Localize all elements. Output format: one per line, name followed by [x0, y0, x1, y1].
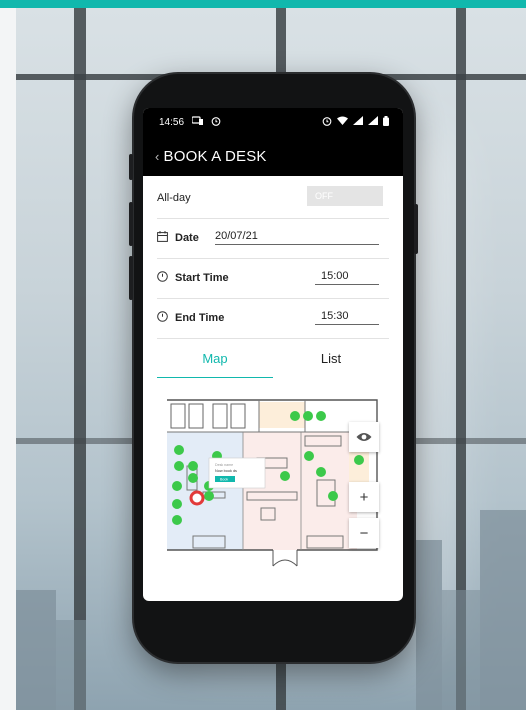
available-desk[interactable]	[174, 445, 184, 455]
popup-book-label: Book	[220, 478, 228, 482]
end-time-field[interactable]: 15:30	[315, 310, 379, 325]
date-label: Date	[175, 232, 199, 244]
zone-pink-left	[243, 432, 301, 550]
zoom-out-button[interactable]: −	[349, 518, 379, 548]
available-desk[interactable]	[304, 451, 314, 461]
available-desk[interactable]	[303, 411, 313, 421]
popup-title: Desk name	[215, 463, 233, 467]
wifi-icon	[337, 116, 348, 128]
available-desk[interactable]	[354, 455, 364, 465]
calendar-icon	[157, 231, 168, 245]
start-time-field[interactable]: 15:00	[315, 270, 379, 285]
status-time: 14:56	[159, 116, 185, 128]
available-desk[interactable]	[172, 481, 182, 491]
phone-button-left-3	[129, 256, 133, 300]
date-field[interactable]: 20/07/21	[215, 230, 379, 245]
notification-icon	[191, 116, 204, 128]
available-desk[interactable]	[188, 461, 198, 471]
available-desk[interactable]	[172, 499, 182, 509]
page-title: BOOK A DESK	[163, 147, 267, 165]
available-desk[interactable]	[316, 411, 326, 421]
toggle-state-label: OFF	[315, 191, 333, 201]
signal-icon	[368, 116, 378, 128]
clock-icon	[157, 311, 168, 325]
top-accent-bar	[0, 0, 526, 8]
app-bar: ‹ BOOK A DESK	[143, 136, 403, 176]
all-day-toggle[interactable]: OFF	[307, 186, 383, 206]
phone-button-left-2	[129, 202, 133, 246]
available-desk[interactable]	[174, 461, 184, 471]
tab-map[interactable]: Map	[157, 344, 273, 378]
zoom-in-button[interactable]: +	[349, 482, 379, 512]
signal-icon	[353, 116, 363, 128]
start-time-label: Start Time	[175, 272, 229, 284]
tab-list[interactable]: List	[273, 344, 389, 378]
alarm-icon	[322, 116, 332, 129]
phone-bottom-bezel	[143, 604, 403, 654]
floor-plan-map[interactable]: Desk name Now book ds Book + −	[163, 396, 383, 568]
battery-icon	[383, 115, 389, 129]
phone-button-right	[414, 204, 418, 254]
desk-popup[interactable]: Desk name Now book ds Book	[208, 457, 266, 489]
view-toggle-button[interactable]	[349, 422, 379, 452]
start-time-row: Start Time 15:00	[157, 258, 389, 299]
available-desk[interactable]	[316, 467, 326, 477]
available-desk[interactable]	[188, 473, 198, 483]
all-day-label: All-day	[157, 192, 191, 204]
available-desk[interactable]	[204, 491, 214, 501]
popup-text: Now book ds	[215, 469, 237, 473]
back-button[interactable]: ‹	[155, 149, 160, 164]
end-time-label: End Time	[175, 312, 225, 324]
available-desk[interactable]	[290, 411, 300, 421]
available-desk[interactable]	[172, 515, 182, 525]
view-tabs: Map List	[157, 344, 389, 378]
selected-desk[interactable]	[189, 490, 205, 506]
status-bar: 14:56	[143, 108, 403, 136]
end-time-row: End Time 15:30	[157, 298, 389, 339]
eye-icon	[356, 429, 372, 446]
available-desk[interactable]	[280, 471, 290, 481]
left-margin	[0, 8, 16, 710]
date-row: Date 20/07/21	[157, 218, 389, 259]
phone-screen: 14:56 ‹ BOOK A DESK All-day OFF Date 20/…	[143, 108, 403, 601]
alarm-icon	[211, 116, 221, 129]
all-day-row: All-day OFF	[157, 178, 389, 219]
clock-icon	[157, 271, 168, 285]
phone-button-left-1	[129, 154, 133, 180]
available-desk[interactable]	[328, 491, 338, 501]
